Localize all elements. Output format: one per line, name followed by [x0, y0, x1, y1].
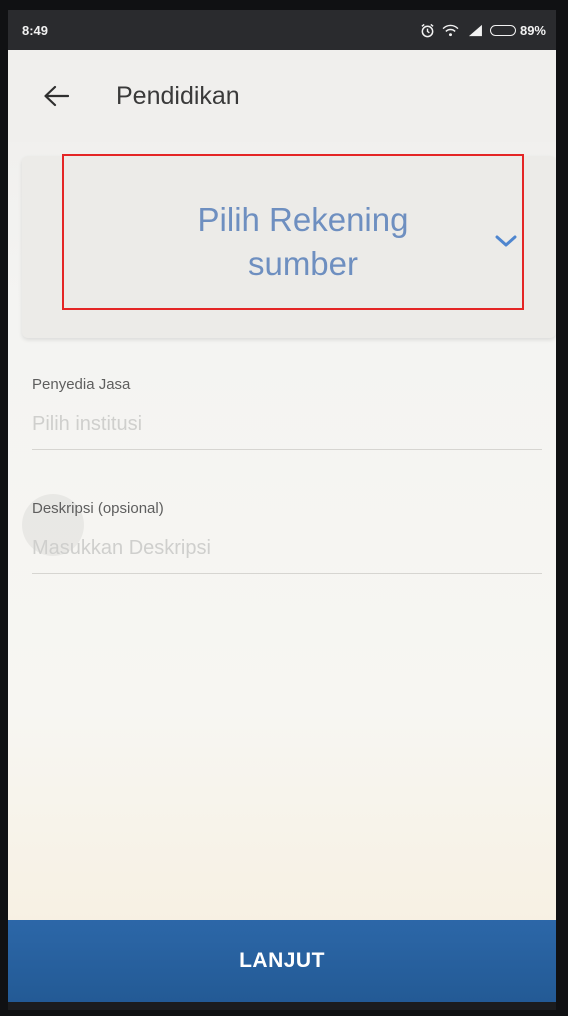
bottom-edge: [8, 1002, 556, 1010]
status-bar: 8:49 89%: [8, 10, 556, 50]
source-account-select[interactable]: Pilih Rekening sumber: [70, 164, 536, 320]
description-input[interactable]: [32, 533, 542, 563]
provider-label: Penyedia Jasa: [32, 376, 131, 393]
app-screen: 8:49 89% Pendidikan Pilih Rekening sumbe…: [8, 10, 556, 1010]
description-label: Deskripsi (opsional): [32, 500, 164, 517]
battery-icon: [489, 24, 516, 36]
description-underline: [32, 573, 542, 574]
page-title: Pendidikan: [116, 81, 240, 110]
source-account-label: Pilih Rekening sumber: [197, 201, 409, 282]
chevron-down-icon[interactable]: [494, 234, 518, 253]
next-button[interactable]: LANJUT: [8, 920, 556, 1002]
alarm-icon: [420, 23, 435, 38]
source-account-card: Pilih Rekening sumber: [22, 156, 556, 338]
wifi-icon: [442, 24, 459, 37]
arrow-left-icon[interactable]: [26, 66, 86, 126]
description-field: Deskripsi (opsional): [32, 500, 542, 574]
provider-field: Penyedia Jasa: [32, 376, 542, 450]
provider-input[interactable]: [32, 409, 542, 439]
signal-icon: [466, 24, 483, 37]
device-frame: 8:49 89% Pendidikan Pilih Rekening sumbe…: [0, 0, 568, 1016]
status-time: 8:49: [22, 22, 49, 38]
battery-indicator: 89%: [489, 22, 546, 38]
status-icons: 89%: [420, 23, 546, 38]
provider-underline: [32, 449, 542, 450]
battery-percent: 89%: [519, 22, 546, 38]
app-bar: Pendidikan: [8, 50, 556, 142]
